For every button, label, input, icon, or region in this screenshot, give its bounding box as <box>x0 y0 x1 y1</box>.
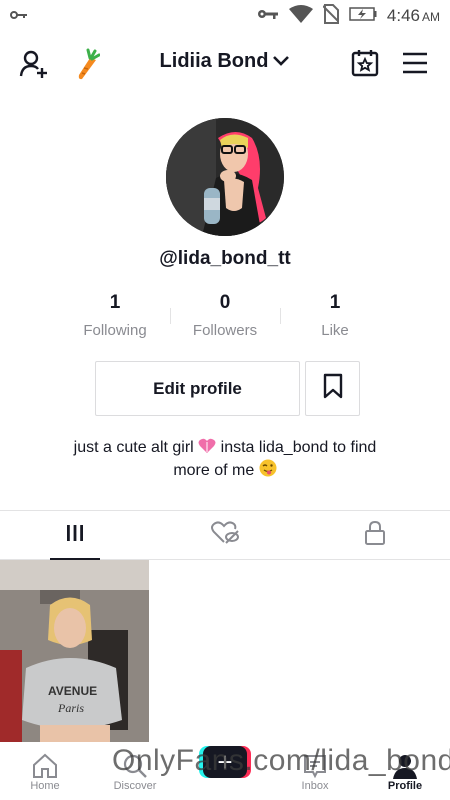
stat-label: Like <box>321 322 349 339</box>
tab-private[interactable] <box>300 511 450 559</box>
nav-label: Home <box>30 780 60 792</box>
menu-icon[interactable] <box>400 50 430 76</box>
profile-tabs <box>0 510 450 560</box>
grid-icon <box>65 523 85 548</box>
username-handle: @lida_bond_tt <box>159 248 291 269</box>
no-sim-icon <box>322 3 340 29</box>
nav-label: Profile <box>387 780 423 792</box>
chevron-down-icon[interactable] <box>272 50 290 73</box>
key-icon <box>257 7 279 25</box>
svg-text:AVENUE: AVENUE <box>48 684 97 698</box>
wifi-icon <box>288 4 313 28</box>
tab-liked[interactable] <box>150 511 300 559</box>
edit-profile-button[interactable]: Edit profile <box>95 361 300 416</box>
stat-label: Followers <box>192 322 258 339</box>
stat-followers[interactable]: 0 Followers <box>170 292 280 339</box>
winking-tongue-emoji-icon <box>259 459 277 477</box>
stat-likes[interactable]: 1 Like <box>280 292 390 339</box>
profile-title[interactable]: Lidiia Bond <box>0 50 450 73</box>
nav-label: Discover <box>113 780 157 792</box>
stat-value: 1 <box>109 292 121 313</box>
pink-heart-emoji-icon <box>198 438 216 454</box>
svg-text:Paris: Paris <box>57 701 84 715</box>
stat-value: 0 <box>219 292 231 313</box>
video-thumbnail[interactable]: AVENUE Paris <box>0 560 149 760</box>
stat-following[interactable]: 1 Following <box>60 292 170 339</box>
calendar-star-icon[interactable] <box>350 48 380 78</box>
stat-label: Following <box>83 322 147 339</box>
bookmark-icon <box>322 373 344 404</box>
lock-icon <box>364 520 386 550</box>
favorites-button[interactable] <box>305 361 360 416</box>
bio-text: more of me <box>173 462 255 479</box>
nav-label: Inbox <box>301 780 329 792</box>
top-nav: Lidiia Bond <box>0 40 450 86</box>
bio-text: insta lida_bond to find <box>220 439 377 456</box>
heart-hidden-icon <box>211 520 239 550</box>
home-icon <box>31 752 59 780</box>
nav-home[interactable]: Home <box>0 752 90 792</box>
stat-value: 1 <box>329 292 341 313</box>
profile-stats: 1 Following 0 Followers 1 Like <box>60 292 390 339</box>
status-bar: 4:46 AM <box>0 0 450 32</box>
bio-text: just a cute alt girl <box>73 439 194 456</box>
profile-name[interactable]: Lidiia Bond <box>160 50 269 72</box>
key-icon <box>10 7 28 25</box>
watermark: OnlyFans.com/lida_bond <box>112 744 450 777</box>
clock: 4:46 AM <box>386 6 440 25</box>
tab-videos[interactable] <box>0 511 150 560</box>
battery-charging-icon <box>349 6 377 26</box>
bio: just a cute alt girl insta lida_bond to … <box>40 437 410 482</box>
avatar[interactable] <box>166 118 284 236</box>
